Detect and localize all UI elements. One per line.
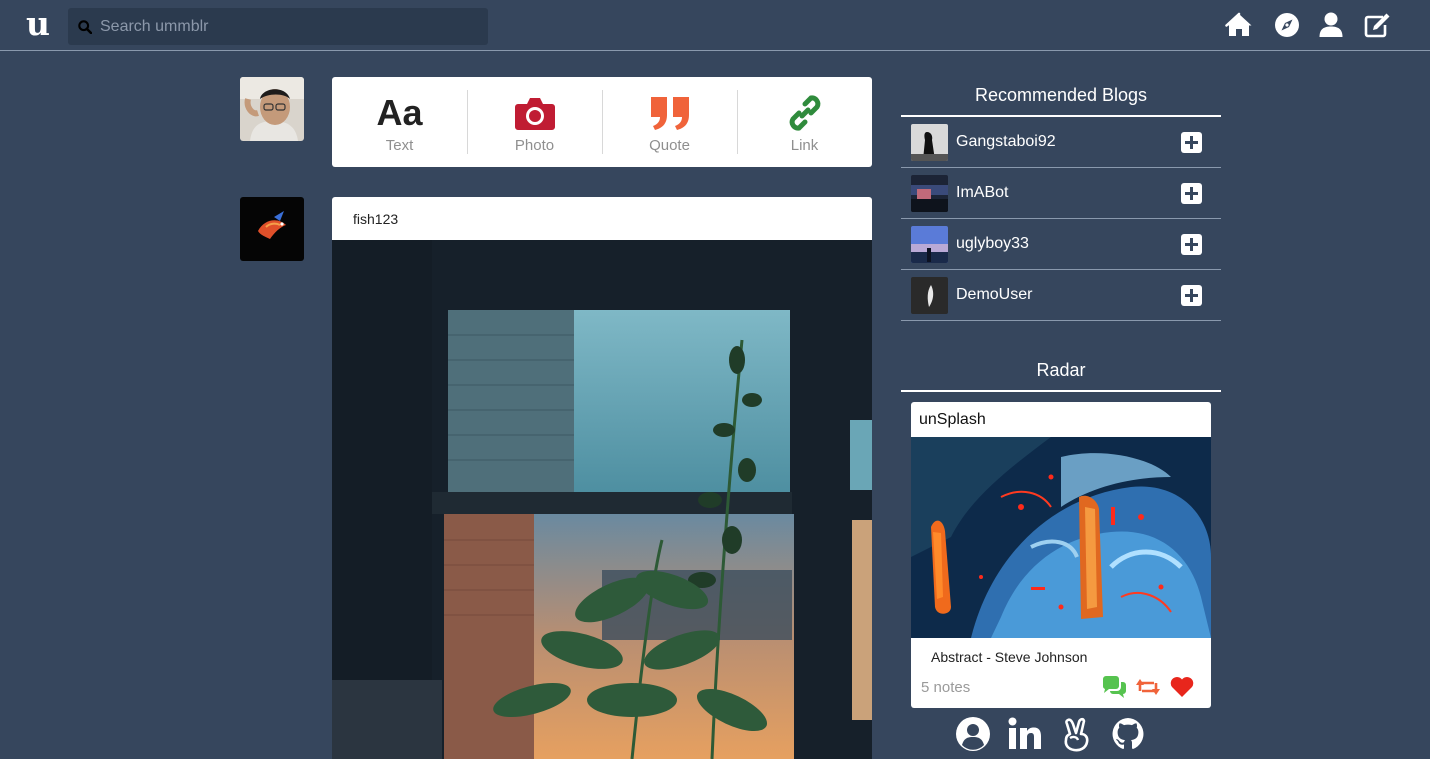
follow-button[interactable]: [1181, 131, 1202, 153]
compose-link-label: Link: [790, 137, 819, 154]
follow-button[interactable]: [1181, 233, 1202, 255]
recommended-blogs-title: Recommended Blogs: [901, 85, 1221, 117]
compose-text-label: Text: [385, 137, 414, 154]
blog-name[interactable]: ImABot: [956, 184, 1181, 202]
compose-quote-label: Quote: [649, 137, 690, 154]
angellist-icon[interactable]: [1058, 716, 1094, 752]
blog-name[interactable]: DemoUser: [956, 286, 1181, 304]
radar-footer: 5 notes: [921, 676, 1195, 698]
current-user-avatar[interactable]: [240, 77, 304, 141]
follow-button[interactable]: [1181, 284, 1202, 306]
blog-avatar[interactable]: [911, 174, 948, 212]
radar-card: unSplash Abstract - Steve Johnson 5 note…: [911, 402, 1211, 708]
github-icon[interactable]: [1110, 716, 1146, 752]
search-icon: [78, 19, 92, 34]
quote-icon: [650, 97, 689, 130]
plus-icon: [1185, 186, 1198, 200]
blog-name[interactable]: Gangstaboi92: [956, 133, 1181, 151]
compose-photo-button[interactable]: Photo: [467, 90, 602, 154]
recommended-blog-row: ImABot: [901, 168, 1221, 219]
search-bar[interactable]: [68, 8, 488, 45]
search-input[interactable]: [100, 17, 470, 36]
post-username[interactable]: fish123: [332, 197, 872, 240]
post-card: fish123: [332, 197, 872, 759]
profile-icon[interactable]: [955, 716, 991, 752]
recommended-blog-row: DemoUser: [901, 270, 1221, 321]
blog-name[interactable]: uglyboy33: [956, 235, 1181, 253]
compose-quote-button[interactable]: Quote: [602, 90, 737, 154]
recommended-blog-row: uglyboy33: [901, 219, 1221, 270]
recommended-blog-row: Gangstaboi92: [901, 117, 1221, 168]
blog-avatar[interactable]: [911, 123, 948, 161]
post-author-avatar[interactable]: [240, 197, 304, 261]
edit-icon[interactable]: [1363, 11, 1391, 39]
radar-caption: Abstract - Steve Johnson: [931, 649, 1088, 665]
radar-photo[interactable]: [911, 437, 1211, 638]
radar-blog-name[interactable]: unSplash: [911, 402, 1211, 437]
compose-link-button[interactable]: Link: [737, 90, 872, 154]
home-icon[interactable]: [1225, 11, 1253, 39]
compose-text-button[interactable]: Aa Text: [332, 90, 467, 155]
compass-icon[interactable]: [1273, 11, 1301, 39]
blog-avatar[interactable]: [911, 225, 948, 263]
compose-photo-label: Photo: [514, 137, 555, 154]
plus-icon: [1185, 237, 1198, 251]
notes-count[interactable]: 5 notes: [921, 679, 1093, 696]
plus-icon: [1185, 288, 1198, 302]
post-composer: Aa Text Photo Quote Link: [332, 77, 872, 167]
like-icon[interactable]: [1169, 676, 1195, 698]
reply-icon[interactable]: [1101, 676, 1127, 698]
top-navbar: u: [0, 0, 1430, 51]
ummblr-logo[interactable]: u: [26, 7, 52, 40]
post-photo[interactable]: [332, 240, 872, 759]
follow-button[interactable]: [1181, 182, 1202, 204]
radar-title: Radar: [901, 360, 1221, 392]
link-icon: [789, 95, 820, 131]
reblog-icon[interactable]: [1135, 676, 1161, 698]
blog-avatar[interactable]: [911, 276, 948, 314]
user-icon[interactable]: [1317, 11, 1345, 39]
linkedin-icon[interactable]: [1007, 716, 1043, 752]
plus-icon: [1185, 135, 1198, 149]
camera-icon: [514, 98, 555, 130]
text-icon: Aa: [376, 92, 423, 133]
